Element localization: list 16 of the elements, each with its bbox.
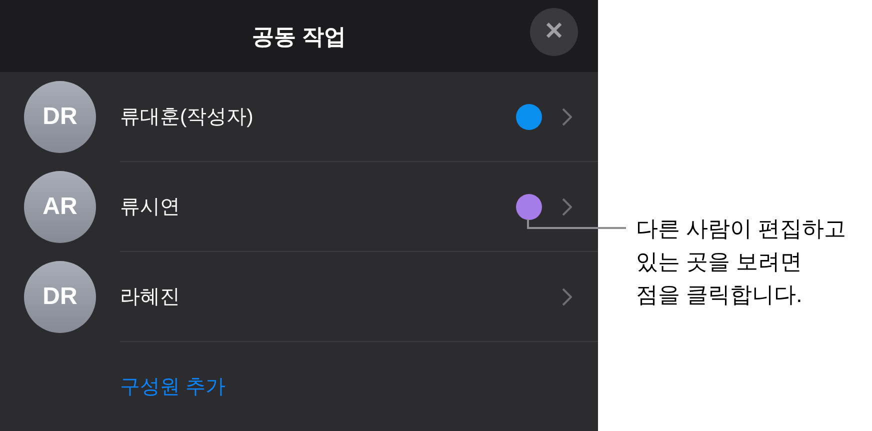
panel-title: 공동 작업 xyxy=(252,22,346,50)
close-button[interactable]: ✕ xyxy=(530,8,578,56)
callout-text: 다른 사람이 편집하고 있는 곳을 보려면 점을 클릭합니다. xyxy=(636,215,846,309)
avatar: DR xyxy=(24,81,96,153)
member-name: 라혜진 xyxy=(120,284,180,310)
avatar: AR xyxy=(24,171,96,243)
avatar: DR xyxy=(24,261,96,333)
add-member-link[interactable]: 구성원 추가 xyxy=(120,372,226,402)
member-row[interactable]: AR 류시연 xyxy=(0,162,598,252)
member-name: 류시연 xyxy=(120,194,180,220)
member-row[interactable]: DR 류대훈(작성자) xyxy=(0,72,598,162)
chevron-icon xyxy=(562,288,572,306)
chevron-icon xyxy=(562,198,572,216)
member-name: 류대훈(작성자) xyxy=(120,104,254,130)
member-row[interactable]: DR 라혜진 xyxy=(0,252,598,342)
chevron-icon xyxy=(562,108,572,126)
